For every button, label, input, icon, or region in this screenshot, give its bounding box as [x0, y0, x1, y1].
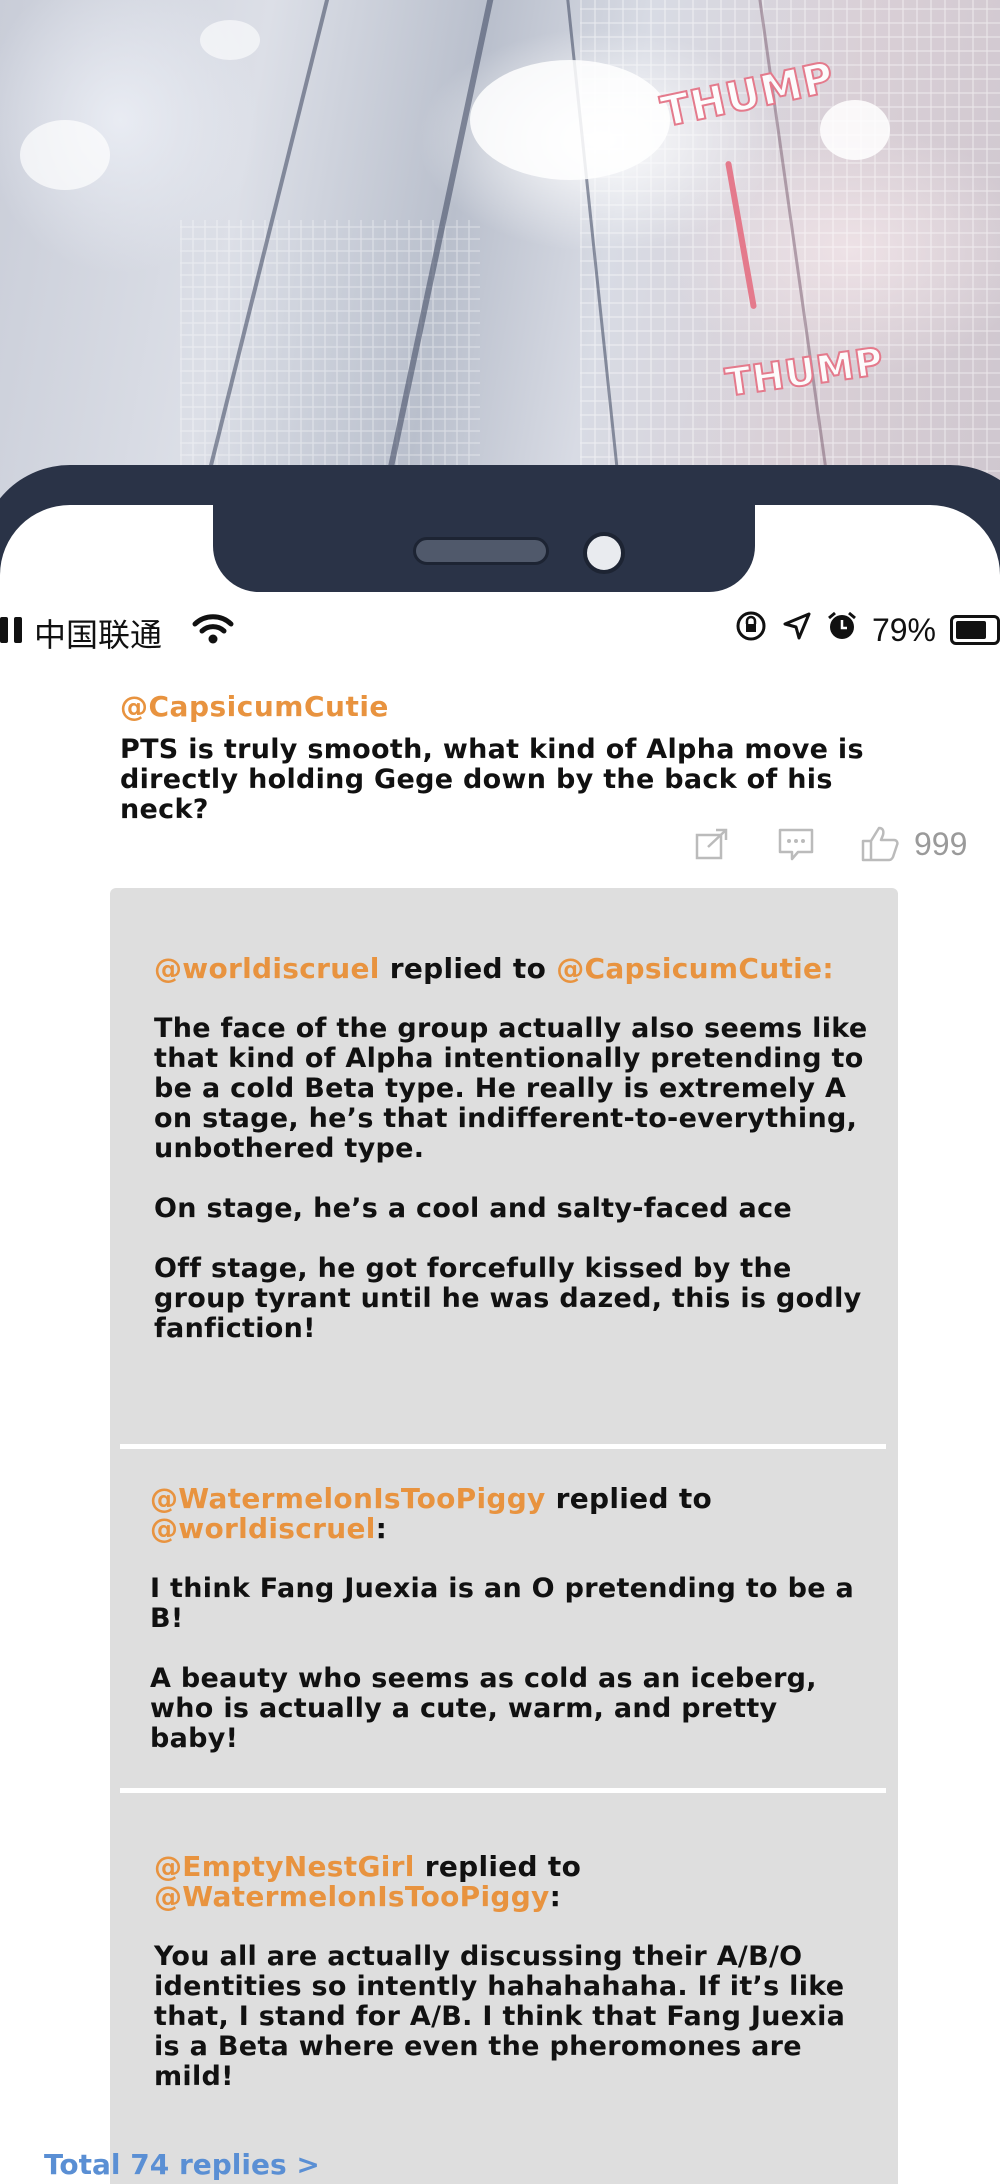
total-replies-link[interactable]: Total 74 replies >: [44, 2148, 320, 2181]
battery-icon: [950, 615, 1000, 645]
reply-paragraph: The face of the group actually also seem…: [154, 1013, 868, 1164]
reply-paragraph: On stage, he’s a cool and salty-faced ac…: [154, 1193, 792, 1224]
reply-item: @EmptyNestGirl replied to @WatermelonIsT…: [154, 1852, 874, 2092]
signal-icon: [0, 617, 22, 643]
reply-author[interactable]: @EmptyNestGirl: [154, 1850, 415, 1883]
rotation-lock-icon: [734, 609, 768, 651]
like-icon[interactable]: [858, 822, 902, 866]
reply-target[interactable]: @WatermelonIsTooPiggy: [154, 1880, 550, 1913]
reply-header: @worldiscruel replied to @CapsicumCutie:: [154, 954, 874, 984]
reply-connector: replied to: [379, 952, 557, 985]
comment-username[interactable]: @CapsicumCutie: [120, 690, 900, 723]
status-bar: 中国联通 79%: [0, 605, 1000, 661]
reply-target[interactable]: @worldiscruel: [150, 1512, 376, 1545]
art-light-burst: [20, 120, 110, 190]
phone-camera: [583, 532, 625, 574]
reply-paragraph: I think Fang Juexia is an O pretending t…: [150, 1573, 855, 1634]
wifi-icon: [192, 613, 234, 653]
comment-icon[interactable]: [774, 822, 818, 866]
art-light-burst: [470, 60, 670, 180]
reply-body: The face of the group actually also seem…: [154, 1014, 874, 1344]
comment: @CapsicumCutie PTS is truly smooth, what…: [120, 690, 900, 825]
reply-target[interactable]: @CapsicumCutie:: [556, 952, 834, 985]
reply-item: @worldiscruel replied to @CapsicumCutie:…: [154, 954, 874, 1344]
phone-speaker: [413, 537, 549, 565]
art-light-burst: [200, 20, 260, 60]
reply-item: @WatermelonIsTooPiggy replied to @worldi…: [150, 1484, 870, 1754]
reply-header: @WatermelonIsTooPiggy replied to @worldi…: [150, 1484, 870, 1544]
reply-connector: replied to: [545, 1482, 713, 1515]
art-light-burst: [820, 100, 890, 160]
reply-connector: replied to: [414, 1850, 582, 1883]
reply-suffix: :: [549, 1880, 562, 1913]
comment-text: PTS is truly smooth, what kind of Alpha …: [120, 734, 864, 825]
reply-paragraph: You all are actually discussing their A/…: [154, 1941, 846, 2092]
reply-paragraph: Off stage, he got forcefully kissed by t…: [154, 1253, 862, 1344]
reply-header: @EmptyNestGirl replied to @WatermelonIsT…: [154, 1852, 874, 1912]
location-icon: [782, 611, 812, 649]
reply-suffix: :: [375, 1512, 388, 1545]
comic-artwork: THUMP THUMP: [0, 0, 1000, 520]
like-count: 999: [914, 825, 968, 862]
comment-actions: 999: [690, 822, 967, 866]
alarm-icon: [826, 610, 858, 650]
reply-divider: [120, 1444, 886, 1449]
reply-body: You all are actually discussing their A/…: [154, 1942, 874, 2092]
reply-body: I think Fang Juexia is an O pretending t…: [150, 1574, 870, 1754]
reply-paragraph: A beauty who seems as cold as an iceberg…: [150, 1663, 817, 1754]
reply-author[interactable]: @worldiscruel: [154, 952, 380, 985]
reply-divider: [120, 1788, 886, 1793]
reply-author[interactable]: @WatermelonIsTooPiggy: [150, 1482, 546, 1515]
battery-percent: 79%: [871, 611, 936, 648]
replies-panel: @worldiscruel replied to @CapsicumCutie:…: [110, 888, 898, 2184]
carrier-name: 中国联通: [34, 616, 163, 654]
share-icon[interactable]: [690, 822, 734, 866]
